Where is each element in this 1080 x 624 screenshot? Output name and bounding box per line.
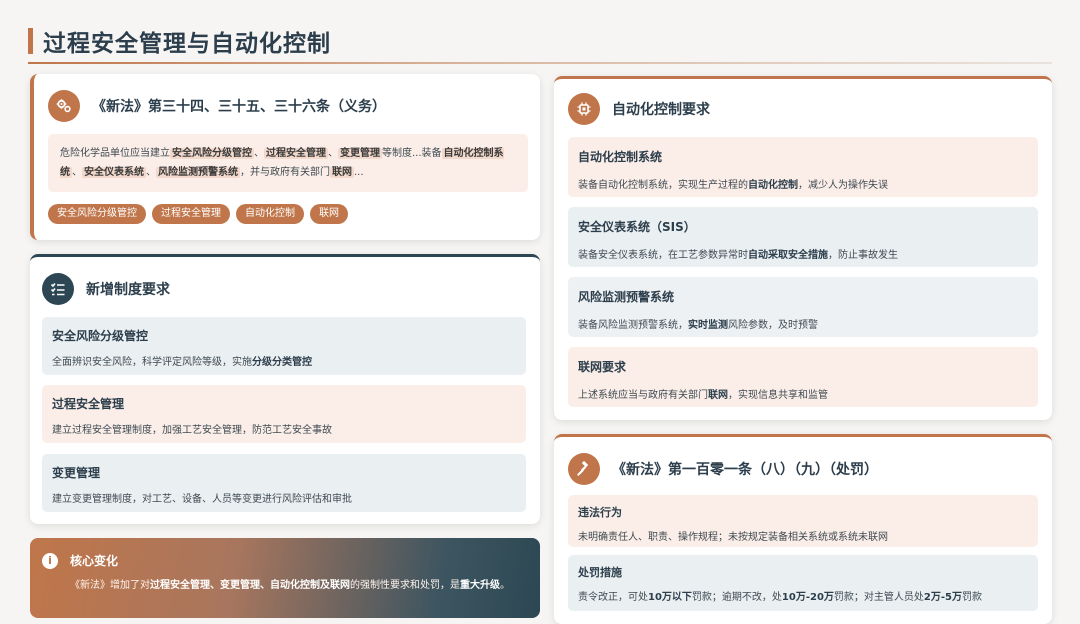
law-obligations-card: 《新法》第三十四、三十五、三十六条（义务） 危险化学品单位应当建立 安全风险分级管… [30, 74, 540, 240]
excerpt-text: 危险化学品单位应当建立 [60, 148, 170, 159]
penalty-item-title: 违法行为 [578, 506, 622, 519]
automation-item: 联网要求 上述系统应当与政府有关部门联网，实现信息共享和监管 [568, 347, 1038, 407]
law-card-title: 《新法》第三十四、三十五、三十六条（义务） [92, 99, 386, 115]
requirement-item: 安全风险分级管控 全面辨识安全风险，科学评定风险等级，实施分级分类管控 [42, 317, 526, 375]
penalty-card-header: 《新法》第一百零一条（八）（九）（处罚） [568, 453, 878, 485]
excerpt-text: 、 [146, 167, 156, 178]
automation-item-title: 联网要求 [578, 360, 627, 374]
requirement-title: 变更管理 [52, 466, 101, 480]
title-accent-bar [28, 28, 33, 54]
page-title: 过程安全管理与自动化控制 [43, 31, 331, 57]
automation-item: 风险监测预警系统 装备风险监测预警系统，实时监测风险参数，及时预警 [568, 277, 1038, 337]
highlighted-term: 安全仪表系统 [82, 167, 146, 178]
new-card-header: 新增制度要求 [42, 273, 170, 305]
excerpt-text: ... [354, 167, 364, 178]
automation-requirements-card: 自动化控制要求 自动化控制系统 装备自动化控制系统，实现生产过程的自动化控制，减… [554, 76, 1052, 420]
excerpt-text: 、 [254, 148, 264, 159]
title-divider [28, 62, 1052, 64]
requirement-title: 过程安全管理 [52, 397, 125, 411]
requirement-desc: 全面辨识安全风险，科学评定风险等级，实施分级分类管控 [52, 357, 312, 368]
penalty-item-desc: 未明确责任人、职责、操作规程；未按规定装备相关系统或系统未联网 [578, 532, 888, 543]
penalty-item-desc: 责令改正，可处10万以下罚款；逾期不改，处10万-20万罚款；对主管人员处2万-… [578, 592, 982, 603]
highlighted-term: 过程安全管理 [264, 148, 328, 159]
automation-item: 自动化控制系统 装备自动化控制系统，实现生产过程的自动化控制，减少人为操作失误 [568, 137, 1038, 197]
automation-item-desc: 装备风险监测预警系统，实时监测风险参数，及时预警 [578, 320, 818, 331]
chip-icon [568, 93, 600, 125]
penalty-item-title: 处罚措施 [578, 566, 622, 579]
automation-item-desc: 装备自动化控制系统，实现生产过程的自动化控制，减少人为操作失误 [578, 180, 888, 191]
core-change-title: 核心变化 [70, 554, 119, 568]
auto-card-header: 自动化控制要求 [568, 93, 710, 125]
page-header: 过程安全管理与自动化控制 [28, 24, 331, 58]
highlighted-term: 安全风险分级管控 [170, 148, 254, 159]
excerpt-text: 等制度...装备 [382, 148, 442, 159]
penalty-card: 《新法》第一百零一条（八）（九）（处罚） 违法行为 未明确责任人、职责、操作规程… [554, 434, 1052, 624]
keyword-tag[interactable]: 过程安全管理 [152, 204, 230, 224]
keyword-tag[interactable]: 联网 [310, 204, 348, 224]
core-change-text: 《新法》增加了对过程安全管理、变更管理、自动化控制及联网的强制性要求和处罚，是重… [70, 580, 510, 591]
law-tag-list: 安全风险分级管控 过程安全管理 自动化控制 联网 [48, 204, 348, 224]
core-change-banner: i 核心变化 《新法》增加了对过程安全管理、变更管理、自动化控制及联网的强制性要… [30, 538, 540, 618]
law-card-header: 《新法》第三十四、三十五、三十六条（义务） [48, 90, 386, 122]
gears-icon [48, 90, 80, 122]
auto-card-title: 自动化控制要求 [612, 102, 710, 118]
keyword-tag[interactable]: 安全风险分级管控 [48, 204, 146, 224]
requirement-title: 安全风险分级管控 [52, 329, 149, 343]
highlighted-term: 风险监测预警系统 [156, 167, 240, 178]
excerpt-text: 、 [328, 148, 338, 159]
keyword-tag[interactable]: 自动化控制 [236, 204, 304, 224]
penalty-item: 违法行为 未明确责任人、职责、操作规程；未按规定装备相关系统或系统未联网 [568, 495, 1038, 547]
highlighted-term: 变更管理 [338, 148, 382, 159]
automation-item-desc: 上述系统应当与政府有关部门联网，实现信息共享和监管 [578, 390, 828, 401]
core-change-header: i 核心变化 [42, 552, 118, 569]
new-requirements-card: 新增制度要求 安全风险分级管控 全面辨识安全风险，科学评定风险等级，实施分级分类… [30, 254, 540, 524]
requirement-item: 过程安全管理 建立过程安全管理制度，加强工艺安全管理，防范工艺安全事故 [42, 385, 526, 443]
info-icon: i [42, 552, 58, 569]
automation-item: 安全仪表系统（SIS） 装备安全仪表系统，在工艺参数异常时自动采取安全措施，防止… [568, 207, 1038, 267]
automation-item-title: 自动化控制系统 [578, 150, 663, 164]
requirement-desc: 建立过程安全管理制度，加强工艺安全管理，防范工艺安全事故 [52, 425, 332, 436]
automation-item-title: 风险监测预警系统 [578, 290, 675, 304]
automation-item-desc: 装备安全仪表系统，在工艺参数异常时自动采取安全措施，防止事故发生 [578, 250, 898, 261]
requirement-desc: 建立变更管理制度，对工艺、设备、人员等变更进行风险评估和审批 [52, 494, 352, 505]
automation-item-title: 安全仪表系统（SIS） [578, 220, 696, 234]
excerpt-text: 、 [72, 167, 82, 178]
new-card-title: 新增制度要求 [86, 282, 170, 298]
highlighted-term: 联网 [330, 167, 354, 178]
excerpt-text: ，并与政府有关部门 [240, 167, 330, 178]
penalty-item: 处罚措施 责令改正，可处10万以下罚款；逾期不改，处10万-20万罚款；对主管人… [568, 555, 1038, 611]
law-excerpt: 危险化学品单位应当建立 安全风险分级管控、过程安全管理、变更管理 等制度...装备自… [48, 134, 528, 192]
list-check-icon [42, 273, 74, 305]
requirement-item: 变更管理 建立变更管理制度，对工艺、设备、人员等变更进行风险评估和审批 [42, 454, 526, 512]
penalty-card-title: 《新法》第一百零一条（八）（九）（处罚） [612, 462, 878, 478]
gavel-icon [568, 453, 600, 485]
